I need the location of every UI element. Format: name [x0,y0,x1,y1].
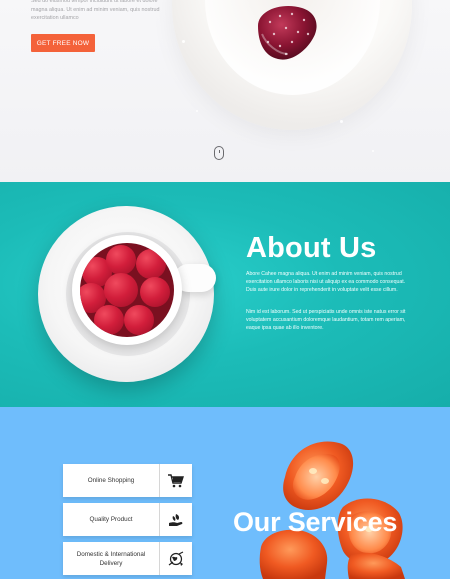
service-label: Quality Product [89,516,133,523]
hero-section: Sed do eiusmod tempor incididunt ut labo… [0,0,450,182]
leaf-hand-icon [159,503,192,536]
hero-description: Sed do eiusmod tempor incididunt ut labo… [31,0,160,22]
service-label: Online Shopping [87,477,135,484]
shopping-cart-icon [159,464,192,497]
about-title: About Us [246,232,377,264]
about-paragraph-1: Abore Cahee magna aliqua. Ut enim ad min… [246,271,406,294]
globe-delivery-icon [159,542,192,575]
service-item-quality-product[interactable]: Quality Product [63,503,192,536]
strawberry-image [258,6,317,60]
about-section: About Us Abore Cahee magna aliqua. Ut en… [0,182,450,407]
service-item-online-shopping[interactable]: Online Shopping [63,464,192,497]
get-free-now-button[interactable]: GET FREE NOW [31,34,95,52]
services-title: Our Services [233,507,398,537]
service-label: Domestic & International Delivery [76,550,146,567]
scroll-down-mouse-icon[interactable] [214,146,224,160]
raspberries-image [80,243,174,337]
services-section: Online Shopping Quality Product Domestic… [0,407,450,579]
about-paragraph-2: Nim id est laborum. Sed ut perspiciatis … [246,309,406,332]
service-item-delivery[interactable]: Domestic & International Delivery [63,542,192,575]
